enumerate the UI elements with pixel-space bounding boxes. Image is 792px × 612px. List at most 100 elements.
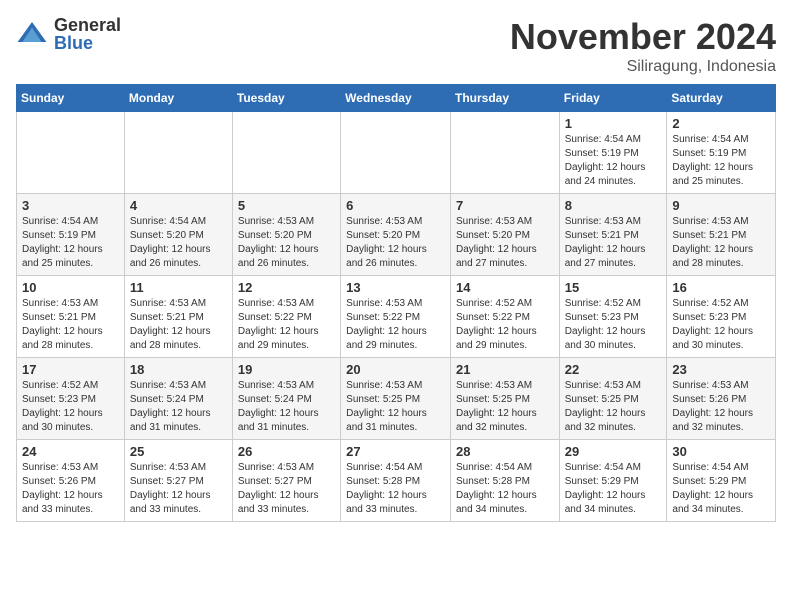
calendar-cell: 12 Sunrise: 4:53 AM Sunset: 5:22 PM Dayli…	[232, 276, 340, 358]
logo: General Blue	[16, 16, 121, 52]
calendar-cell: 27Sunrise: 4:54 AM Sunset: 5:28 PM Dayli…	[341, 440, 451, 522]
day-info: Sunrise: 4:53 AM Sunset: 5:27 PM Dayligh…	[238, 461, 335, 517]
calendar-header-row: SundayMondayTuesdayWednesdayThursdayFrid…	[17, 85, 776, 112]
page-header: General Blue November 2024 Siliragung, I…	[16, 16, 776, 76]
day-number: 21	[456, 362, 554, 377]
day-info: Sunrise: 4:53 AM Sunset: 5:25 PM Dayligh…	[565, 379, 662, 435]
calendar-week-row: 3Sunrise: 4:54 AM Sunset: 5:19 PM Daylig…	[17, 194, 776, 276]
calendar-week-row: 17 Sunrise: 4:52 AM Sunset: 5:23 PM Dayli…	[17, 358, 776, 440]
day-number: 12	[238, 280, 335, 295]
calendar-week-row: 10 Sunrise: 4:53 AM Sunset: 5:21 PM Dayli…	[17, 276, 776, 358]
logo-text: General Blue	[54, 16, 121, 52]
calendar-cell: 2 Sunrise: 4:54 AM Sunset: 5:19 PM Daylig…	[667, 112, 776, 194]
day-info: Sunrise: 4:53 AM Sunset: 5:26 PM Dayligh…	[672, 379, 770, 435]
day-info: Sunrise: 4:54 AM Sunset: 5:28 PM Dayligh…	[456, 461, 554, 517]
calendar-cell: 25 Sunrise: 4:53 AM Sunset: 5:27 PM Dayli…	[124, 440, 232, 522]
calendar-table: SundayMondayTuesdayWednesdayThursdayFrid…	[16, 84, 776, 522]
day-info: Sunrise: 4:54 AM Sunset: 5:29 PM Dayligh…	[565, 461, 662, 517]
day-number: 16	[672, 280, 770, 295]
day-number: 8	[565, 198, 662, 213]
calendar-cell	[450, 112, 559, 194]
calendar-cell	[17, 112, 125, 194]
calendar-cell: 18 Sunrise: 4:53 AM Sunset: 5:24 PM Dayli…	[124, 358, 232, 440]
day-info: Sunrise: 4:53 AM Sunset: 5:21 PM Dayligh…	[565, 215, 662, 271]
day-info: Sunrise: 4:53 AM Sunset: 5:22 PM Dayligh…	[346, 297, 445, 353]
day-info: Sunrise: 4:53 AM Sunset: 5:20 PM Dayligh…	[346, 215, 445, 271]
calendar-cell	[232, 112, 340, 194]
calendar-cell	[341, 112, 451, 194]
calendar-cell: 14 Sunrise: 4:52 AM Sunset: 5:22 PM Dayli…	[450, 276, 559, 358]
day-number: 18	[130, 362, 227, 377]
day-info: Sunrise: 4:53 AM Sunset: 5:21 PM Dayligh…	[672, 215, 770, 271]
calendar-cell: 4 Sunrise: 4:54 AM Sunset: 5:20 PM Daylig…	[124, 194, 232, 276]
calendar-cell: 7 Sunrise: 4:53 AM Sunset: 5:20 PM Daylig…	[450, 194, 559, 276]
day-info: Sunrise: 4:54 AM Sunset: 5:28 PM Dayligh…	[346, 461, 445, 517]
calendar-cell	[124, 112, 232, 194]
day-info: Sunrise: 4:53 AM Sunset: 5:20 PM Dayligh…	[456, 215, 554, 271]
calendar-header-monday: Monday	[124, 85, 232, 112]
calendar-cell: 11Sunrise: 4:53 AM Sunset: 5:21 PM Dayli…	[124, 276, 232, 358]
day-info: Sunrise: 4:52 AM Sunset: 5:22 PM Dayligh…	[456, 297, 554, 353]
day-number: 4	[130, 198, 227, 213]
calendar-cell: 23 Sunrise: 4:53 AM Sunset: 5:26 PM Dayli…	[667, 358, 776, 440]
calendar-header-saturday: Saturday	[667, 85, 776, 112]
calendar-cell: 6 Sunrise: 4:53 AM Sunset: 5:20 PM Daylig…	[341, 194, 451, 276]
calendar-header-friday: Friday	[559, 85, 667, 112]
calendar-cell: 17 Sunrise: 4:52 AM Sunset: 5:23 PM Dayli…	[17, 358, 125, 440]
day-number: 15	[565, 280, 662, 295]
calendar-cell: 15Sunrise: 4:52 AM Sunset: 5:23 PM Dayli…	[559, 276, 667, 358]
day-number: 17	[22, 362, 119, 377]
day-info: Sunrise: 4:53 AM Sunset: 5:24 PM Dayligh…	[238, 379, 335, 435]
day-info: Sunrise: 4:52 AM Sunset: 5:23 PM Dayligh…	[22, 379, 119, 435]
day-info: Sunrise: 4:53 AM Sunset: 5:24 PM Dayligh…	[130, 379, 227, 435]
day-number: 20	[346, 362, 445, 377]
day-number: 5	[238, 198, 335, 213]
calendar-cell: 3Sunrise: 4:54 AM Sunset: 5:19 PM Daylig…	[17, 194, 125, 276]
calendar-header-tuesday: Tuesday	[232, 85, 340, 112]
day-number: 2	[672, 116, 770, 131]
day-info: Sunrise: 4:53 AM Sunset: 5:26 PM Dayligh…	[22, 461, 119, 517]
day-number: 14	[456, 280, 554, 295]
calendar-cell: 19 Sunrise: 4:53 AM Sunset: 5:24 PM Dayli…	[232, 358, 340, 440]
calendar-week-row: 24 Sunrise: 4:53 AM Sunset: 5:26 PM Dayli…	[17, 440, 776, 522]
calendar-week-row: 1Sunrise: 4:54 AM Sunset: 5:19 PM Daylig…	[17, 112, 776, 194]
calendar-cell: 16Sunrise: 4:52 AM Sunset: 5:23 PM Dayli…	[667, 276, 776, 358]
calendar-header-thursday: Thursday	[450, 85, 559, 112]
calendar-header-sunday: Sunday	[17, 85, 125, 112]
day-number: 7	[456, 198, 554, 213]
day-info: Sunrise: 4:53 AM Sunset: 5:25 PM Dayligh…	[456, 379, 554, 435]
day-number: 22	[565, 362, 662, 377]
calendar-cell: 29 Sunrise: 4:54 AM Sunset: 5:29 PM Dayli…	[559, 440, 667, 522]
day-info: Sunrise: 4:53 AM Sunset: 5:21 PM Dayligh…	[22, 297, 119, 353]
day-number: 29	[565, 444, 662, 459]
day-info: Sunrise: 4:53 AM Sunset: 5:27 PM Dayligh…	[130, 461, 227, 517]
day-info: Sunrise: 4:54 AM Sunset: 5:20 PM Dayligh…	[130, 215, 227, 271]
day-number: 6	[346, 198, 445, 213]
day-number: 24	[22, 444, 119, 459]
calendar-cell: 20Sunrise: 4:53 AM Sunset: 5:25 PM Dayli…	[341, 358, 451, 440]
day-number: 28	[456, 444, 554, 459]
logo-blue: Blue	[54, 34, 121, 52]
day-number: 26	[238, 444, 335, 459]
day-number: 9	[672, 198, 770, 213]
day-number: 19	[238, 362, 335, 377]
day-number: 30	[672, 444, 770, 459]
day-info: Sunrise: 4:54 AM Sunset: 5:19 PM Dayligh…	[565, 133, 662, 189]
day-number: 10	[22, 280, 119, 295]
calendar-cell: 13Sunrise: 4:53 AM Sunset: 5:22 PM Dayli…	[341, 276, 451, 358]
calendar-cell: 8 Sunrise: 4:53 AM Sunset: 5:21 PM Daylig…	[559, 194, 667, 276]
calendar-cell: 30Sunrise: 4:54 AM Sunset: 5:29 PM Dayli…	[667, 440, 776, 522]
calendar-cell: 24 Sunrise: 4:53 AM Sunset: 5:26 PM Dayli…	[17, 440, 125, 522]
day-number: 23	[672, 362, 770, 377]
title-block: November 2024 Siliragung, Indonesia	[510, 16, 776, 76]
day-info: Sunrise: 4:53 AM Sunset: 5:22 PM Dayligh…	[238, 297, 335, 353]
location: Siliragung, Indonesia	[510, 58, 776, 76]
calendar-cell: 22 Sunrise: 4:53 AM Sunset: 5:25 PM Dayli…	[559, 358, 667, 440]
day-info: Sunrise: 4:54 AM Sunset: 5:19 PM Dayligh…	[672, 133, 770, 189]
day-number: 25	[130, 444, 227, 459]
logo-general: General	[54, 16, 121, 34]
calendar-cell: 1Sunrise: 4:54 AM Sunset: 5:19 PM Daylig…	[559, 112, 667, 194]
calendar-cell: 9 Sunrise: 4:53 AM Sunset: 5:21 PM Daylig…	[667, 194, 776, 276]
logo-icon	[16, 18, 48, 50]
calendar-cell: 5Sunrise: 4:53 AM Sunset: 5:20 PM Daylig…	[232, 194, 340, 276]
